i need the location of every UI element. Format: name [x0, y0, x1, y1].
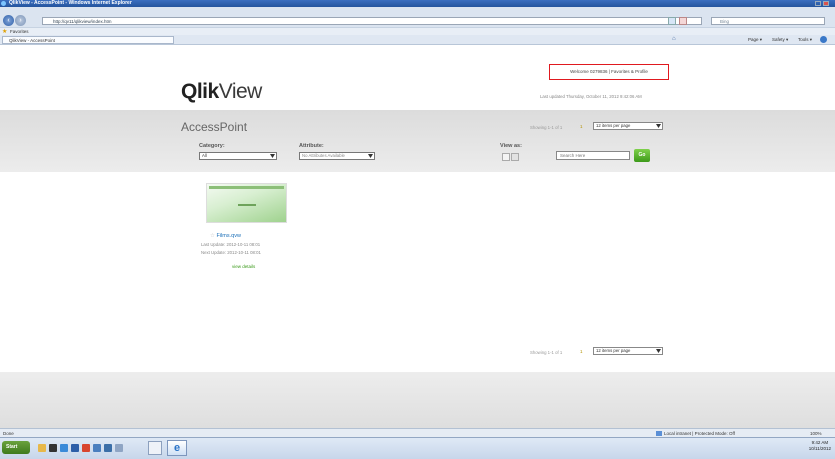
tab-bar: QlikView - AccessPoint ⌂ Page ▾ Safety ▾… [0, 35, 835, 45]
browser-search-placeholder: Bing [720, 19, 730, 24]
safety-menu[interactable]: Safety ▾ [772, 36, 788, 43]
taskbar [0, 437, 835, 459]
favorite-star-icon[interactable]: ☆ [210, 233, 215, 239]
help-icon[interactable] [820, 36, 827, 43]
app-icon[interactable] [115, 444, 123, 452]
last-updated: Last updated Thursday, October 11, 2012 … [540, 94, 642, 99]
per-page-value: 12 items per page [596, 123, 631, 128]
showing-count-top: Showing 1-1 of 1 [530, 125, 563, 130]
view-details-link[interactable]: view details [232, 264, 255, 269]
tools-menu[interactable]: Tools ▾ [798, 36, 812, 43]
window-title: QlikView - AccessPoint - Windows Interne… [9, 0, 132, 6]
showing-count-bottom: Showing 1-1 of 1 [530, 350, 563, 355]
category-label: Category: [199, 143, 225, 149]
category-select[interactable]: All [199, 152, 277, 160]
browser-search-input[interactable]: Bing [711, 17, 825, 25]
chevron-down-icon [270, 154, 275, 158]
chevron-down-icon [656, 124, 661, 128]
ie-icon[interactable] [60, 444, 68, 452]
refresh-icon[interactable] [668, 17, 676, 25]
document-last-update: Last Update: 2012-10-11 08:01 [201, 242, 261, 247]
view-as-label: View as: [500, 143, 522, 149]
content-area [0, 172, 835, 372]
per-page-select-bottom[interactable]: 12 items per page [593, 347, 663, 355]
page-number-bottom[interactable]: 1 [580, 349, 583, 354]
logo-view: View [218, 80, 263, 103]
window-title-bar: QlikView - AccessPoint - Windows Interne… [0, 0, 835, 7]
taskbar-document-icon[interactable] [148, 441, 162, 455]
address-text: http://qv11/qlikview/index.htm [53, 19, 112, 24]
attribute-select[interactable]: No Attributes Available [299, 152, 375, 160]
clock-date: 10/11/2012 [808, 446, 831, 451]
explorer-icon[interactable] [38, 444, 46, 452]
footer-band [0, 372, 835, 428]
toolbar-band [0, 110, 835, 172]
document-link[interactable]: ☆ Films.qvw [210, 233, 241, 239]
grid-view-icon[interactable] [511, 153, 519, 161]
zone-icon [656, 431, 662, 436]
app-icon[interactable] [71, 444, 79, 452]
stop-icon[interactable] [679, 17, 687, 25]
forward-button[interactable]: › [15, 15, 26, 26]
ie-logo-icon [1, 1, 6, 6]
address-input[interactable]: http://qv11/qlikview/index.htm [42, 17, 702, 25]
home-icon[interactable]: ⌂ [672, 36, 676, 43]
minimize-button[interactable] [815, 1, 821, 6]
system-clock[interactable]: 9:42 AM 10/11/2012 [809, 440, 831, 452]
document-next-update: Next Update: 2012-10-11 08:01 [201, 250, 261, 255]
search-input[interactable]: Search Here [556, 151, 630, 160]
category-value: All [202, 153, 207, 158]
tab-accesspoint[interactable]: QlikView - AccessPoint [2, 36, 174, 44]
page-menu[interactable]: Page ▾ [748, 36, 762, 43]
tab-label: QlikView - AccessPoint [9, 38, 55, 43]
attribute-value: No Attributes Available [302, 153, 345, 158]
qlikview-logo: QlikView [181, 80, 262, 104]
thumb-header [209, 186, 284, 189]
logo-qlik: Qlik [181, 80, 219, 103]
chevron-down-icon [368, 154, 373, 158]
app-icon[interactable] [82, 444, 90, 452]
app-icon[interactable] [93, 444, 101, 452]
list-view-icon[interactable] [502, 153, 510, 161]
search-placeholder: Search Here [560, 153, 586, 158]
document-thumbnail[interactable] [206, 183, 287, 223]
page-number-top[interactable]: 1 [580, 124, 583, 129]
page-header [0, 57, 835, 110]
welcome-profile-link[interactable]: Welcome 0279836 | Favorites & Profile [549, 64, 669, 80]
start-button[interactable]: Start [2, 441, 30, 454]
app-icon[interactable] [104, 444, 112, 452]
go-button[interactable]: Go [634, 149, 650, 162]
chevron-down-icon [656, 349, 661, 353]
per-page-value: 12 items per page [596, 348, 631, 353]
per-page-select-top[interactable]: 12 items per page [593, 122, 663, 130]
thumb-text [238, 204, 256, 206]
document-name: Films.qvw [216, 233, 241, 239]
attribute-label: Attribute: [299, 143, 324, 149]
taskbar-ie-icon[interactable]: e [167, 440, 187, 456]
close-button[interactable] [823, 1, 829, 6]
cmd-icon[interactable] [49, 444, 57, 452]
back-button[interactable]: ‹ [3, 15, 14, 26]
page-title: AccessPoint [181, 120, 248, 134]
